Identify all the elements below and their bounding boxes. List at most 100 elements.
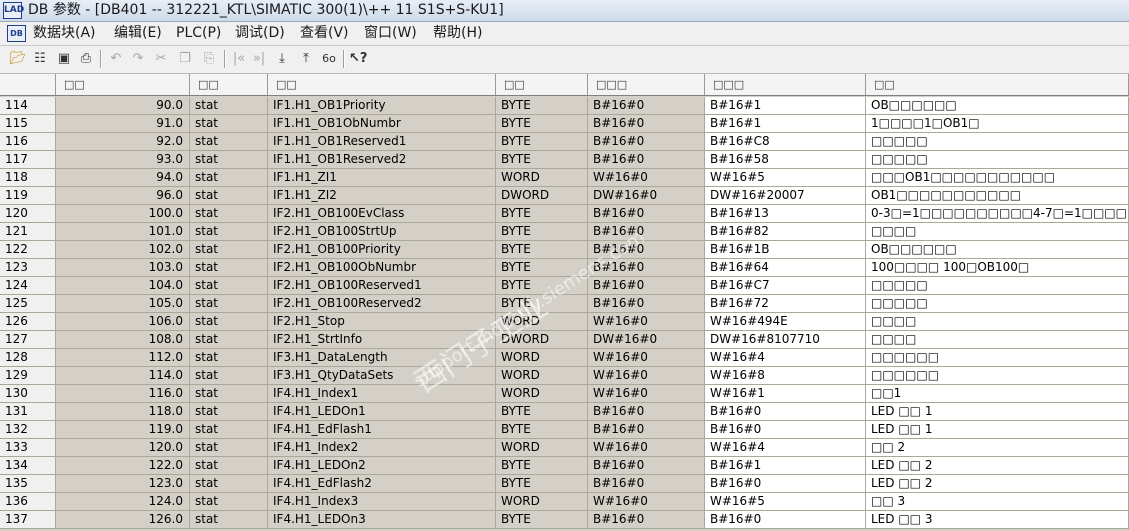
cell-initial-value[interactable]: W#16#0 xyxy=(588,367,705,385)
cell-address[interactable]: 102.0 xyxy=(56,241,190,259)
cell-address[interactable]: 116.0 xyxy=(56,385,190,403)
cell-declaration[interactable]: stat xyxy=(190,169,268,187)
cell-comment[interactable]: LED □□ 3 xyxy=(866,511,1129,529)
cell-name[interactable]: IF4.H1_EdFlash2 xyxy=(268,475,496,493)
cell-comment[interactable]: LED □□ 2 xyxy=(866,457,1129,475)
cell-initial-value[interactable]: B#16#0 xyxy=(588,511,705,529)
cell-address[interactable]: 104.0 xyxy=(56,277,190,295)
cell-comment[interactable]: □□□□□□ xyxy=(866,367,1129,385)
cell-actual-value[interactable]: B#16#1B xyxy=(705,241,866,259)
table-row[interactable]: 124 104.0 stat IF2.H1_OB100Reserved1 BYTE B#1… xyxy=(0,277,1129,295)
cell-row-number[interactable]: 125 xyxy=(0,295,56,313)
cell-declaration[interactable]: stat xyxy=(190,367,268,385)
cell-declaration[interactable]: stat xyxy=(190,421,268,439)
menu-data-block[interactable]: 数据块(A) xyxy=(33,25,96,42)
cell-type[interactable]: BYTE xyxy=(496,295,588,313)
cell-row-number[interactable]: 121 xyxy=(0,223,56,241)
cell-address[interactable]: 96.0 xyxy=(56,187,190,205)
cell-initial-value[interactable]: B#16#0 xyxy=(588,295,705,313)
cell-type[interactable]: BYTE xyxy=(496,97,588,115)
cell-actual-value[interactable]: DW#16#8107710 xyxy=(705,331,866,349)
cell-row-number[interactable]: 118 xyxy=(0,169,56,187)
table-row[interactable]: 116 92.0 stat IF1.H1_OB1Reserved1 BYTE B#16#0… xyxy=(0,133,1129,151)
cell-comment[interactable]: OB1□□□□□□□□□□□ xyxy=(866,187,1129,205)
menu-edit[interactable]: 编辑(E) xyxy=(114,25,162,42)
cell-name[interactable]: IF1.H1_ZI2 xyxy=(268,187,496,205)
cell-row-number[interactable]: 132 xyxy=(0,421,56,439)
cell-initial-value[interactable]: B#16#0 xyxy=(588,151,705,169)
table-row[interactable]: 121 101.0 stat IF2.H1_OB100StrtUp BYTE B#16#0… xyxy=(0,223,1129,241)
cell-actual-value[interactable]: W#16#8 xyxy=(705,367,866,385)
cell-declaration[interactable]: stat xyxy=(190,385,268,403)
cell-declaration[interactable]: stat xyxy=(190,295,268,313)
cell-declaration[interactable]: stat xyxy=(190,439,268,457)
cell-address[interactable]: 112.0 xyxy=(56,349,190,367)
cell-row-number[interactable]: 115 xyxy=(0,115,56,133)
table-row[interactable]: 129 114.0 stat IF3.H1_QtyDataSets WORD W#16#0… xyxy=(0,367,1129,385)
cell-type[interactable]: BYTE xyxy=(496,403,588,421)
cell-type[interactable]: BYTE xyxy=(496,511,588,529)
cell-address[interactable]: 93.0 xyxy=(56,151,190,169)
cell-initial-value[interactable]: B#16#0 xyxy=(588,97,705,115)
menu-plc[interactable]: PLC(P) xyxy=(176,25,221,42)
cell-address[interactable]: 94.0 xyxy=(56,169,190,187)
cell-declaration[interactable]: stat xyxy=(190,259,268,277)
cell-address[interactable]: 106.0 xyxy=(56,313,190,331)
cell-type[interactable]: DWORD xyxy=(496,331,588,349)
cell-name[interactable]: IF1.H1_OB1Reserved2 xyxy=(268,151,496,169)
cell-actual-value[interactable]: B#16#1 xyxy=(705,457,866,475)
cell-type[interactable]: BYTE xyxy=(496,421,588,439)
header-cell-row-number[interactable] xyxy=(0,74,56,95)
cell-declaration[interactable]: stat xyxy=(190,115,268,133)
download-icon[interactable]: ⤓ xyxy=(273,50,291,68)
cell-comment[interactable]: 100□□□□ 100□OB100□ xyxy=(866,259,1129,277)
cell-comment[interactable]: □□□□ xyxy=(866,313,1129,331)
cell-actual-value[interactable]: B#16#0 xyxy=(705,403,866,421)
cell-name[interactable]: IF1.H1_OB1Reserved1 xyxy=(268,133,496,151)
cell-initial-value[interactable]: B#16#0 xyxy=(588,115,705,133)
cell-initial-value[interactable]: W#16#0 xyxy=(588,385,705,403)
cell-address[interactable]: 91.0 xyxy=(56,115,190,133)
cell-row-number[interactable]: 114 xyxy=(0,97,56,115)
cell-actual-value[interactable]: B#16#1 xyxy=(705,97,866,115)
header-cell-declaration[interactable]: □□ xyxy=(190,74,268,95)
cell-address[interactable]: 92.0 xyxy=(56,133,190,151)
table-row[interactable]: 114 90.0 stat IF1.H1_OB1Priority BYTE B#16#0 B… xyxy=(0,97,1129,115)
cell-type[interactable]: BYTE xyxy=(496,259,588,277)
cell-declaration[interactable]: stat xyxy=(190,97,268,115)
cell-actual-value[interactable]: W#16#1 xyxy=(705,385,866,403)
cell-row-number[interactable]: 135 xyxy=(0,475,56,493)
cell-declaration[interactable]: stat xyxy=(190,133,268,151)
cell-address[interactable]: 122.0 xyxy=(56,457,190,475)
cell-actual-value[interactable]: B#16#1 xyxy=(705,115,866,133)
header-cell-actual-value[interactable]: □□□ xyxy=(705,74,866,95)
cell-type[interactable]: BYTE xyxy=(496,205,588,223)
cell-row-number[interactable]: 124 xyxy=(0,277,56,295)
menu-view[interactable]: 查看(V) xyxy=(300,25,349,42)
cell-type[interactable]: DWORD xyxy=(496,187,588,205)
table-row[interactable]: 125 105.0 stat IF2.H1_OB100Reserved2 BYTE B#1… xyxy=(0,295,1129,313)
cell-comment[interactable]: 1□□□□1□OB1□ xyxy=(866,115,1129,133)
cell-comment[interactable]: □□□□ xyxy=(866,331,1129,349)
cell-address[interactable]: 100.0 xyxy=(56,205,190,223)
table-row[interactable]: 137 126.0 stat IF4.H1_LEDOn3 BYTE B#16#0 B#16#… xyxy=(0,511,1129,529)
cell-initial-value[interactable]: W#16#0 xyxy=(588,169,705,187)
cell-comment[interactable]: □□□OB1□□□□□□□□□□□ xyxy=(866,169,1129,187)
cell-comment[interactable]: □□□□□ xyxy=(866,133,1129,151)
paste-icon[interactable]: ⎘ xyxy=(200,50,218,68)
cell-type[interactable]: BYTE xyxy=(496,475,588,493)
cell-actual-value[interactable]: B#16#64 xyxy=(705,259,866,277)
cell-actual-value[interactable]: B#16#C8 xyxy=(705,133,866,151)
table-row[interactable]: 118 94.0 stat IF1.H1_ZI1 WORD W#16#0 W#16#5 □□□… xyxy=(0,169,1129,187)
cell-name[interactable]: IF2.H1_OB100StrtUp xyxy=(268,223,496,241)
cell-type[interactable]: BYTE xyxy=(496,241,588,259)
cell-type[interactable]: WORD xyxy=(496,439,588,457)
table-row[interactable]: 131 118.0 stat IF4.H1_LEDOn1 BYTE B#16#0 B#16#… xyxy=(0,403,1129,421)
cell-type[interactable]: BYTE xyxy=(496,151,588,169)
cell-comment[interactable]: OB□□□□□□ xyxy=(866,97,1129,115)
table-row[interactable]: 127 108.0 stat IF2.H1_StrtInfo DWORD DW#16#0 D… xyxy=(0,331,1129,349)
cell-comment[interactable]: LED □□ 2 xyxy=(866,475,1129,493)
cell-declaration[interactable]: stat xyxy=(190,457,268,475)
cell-declaration[interactable]: stat xyxy=(190,187,268,205)
header-cell-name[interactable]: □□ xyxy=(268,74,496,95)
